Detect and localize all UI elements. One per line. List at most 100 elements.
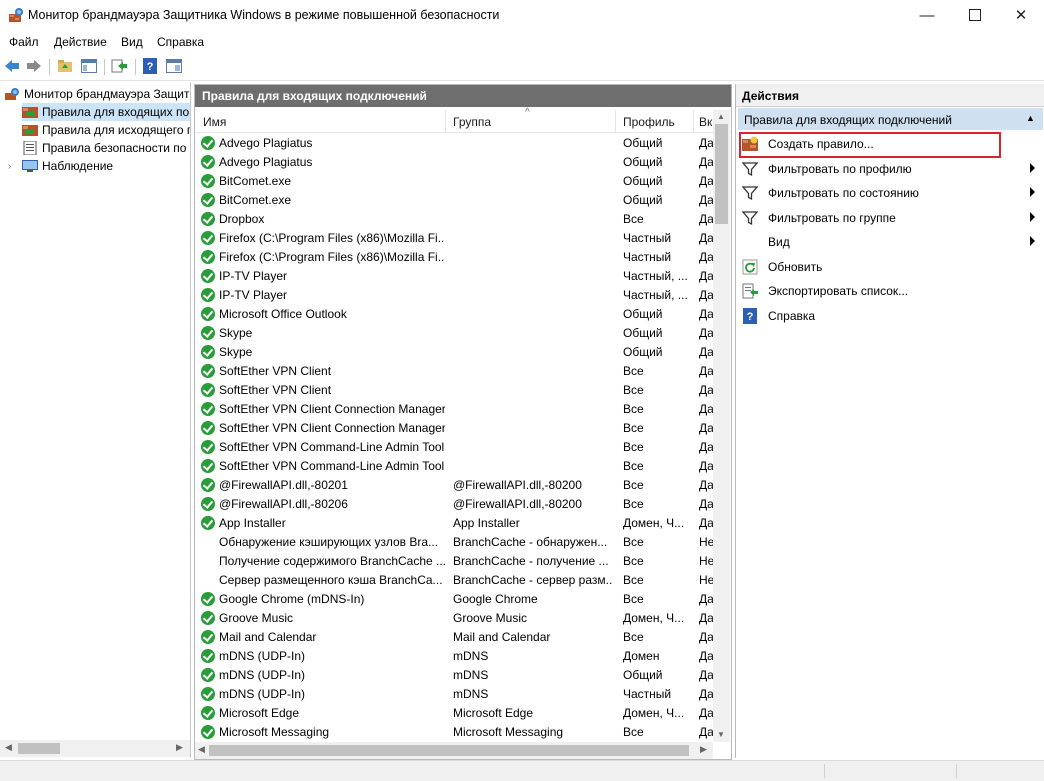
tree-root[interactable]: Монитор брандмауэра Защит <box>4 85 189 103</box>
action-item-label: Фильтровать по состоянию <box>768 186 919 200</box>
action-item[interactable]: ? Справка <box>736 304 1044 328</box>
tree-item-inbound-rules[interactable]: Правила для входящих по <box>22 103 190 121</box>
table-row[interactable]: Advego Plagiatus Общий Да <box>195 153 713 172</box>
scroll-left-icon[interactable]: ◀ <box>5 742 12 753</box>
table-row[interactable]: Groove Music Groove Music Домен, Ч... Да <box>195 609 713 628</box>
table-row[interactable]: SoftEther VPN Command-Line Admin Tool Все… <box>195 438 713 457</box>
horizontal-scrollbar[interactable]: ◀ ▶ <box>195 742 713 759</box>
table-row[interactable]: Advego Plagiatus Общий Да <box>195 134 713 153</box>
table-row[interactable]: Dropbox Все Да <box>195 210 713 229</box>
allow-icon <box>201 174 215 188</box>
actions-pane-header: Действия <box>736 84 1044 107</box>
column-divider[interactable] <box>445 110 446 132</box>
allow-icon <box>201 345 215 359</box>
column-header-name[interactable]: Имя <box>203 115 226 129</box>
window-title: Монитор брандмауэра Защитника Windows в … <box>28 8 500 22</box>
table-row[interactable]: Microsoft Office Outlook Общий Да <box>195 305 713 324</box>
table-row[interactable]: SoftEther VPN Client Connection Manager В… <box>195 419 713 438</box>
back-button[interactable] <box>3 57 21 75</box>
table-row[interactable]: Mail and Calendar Mail and Calendar Все Да <box>195 628 713 647</box>
actions-list: Создать правило... Фильтровать по профилю… <box>736 132 1044 332</box>
tree-item-outbound-rules[interactable]: Правила для исходящего п <box>22 121 190 139</box>
table-row[interactable]: @FirewallAPI.dll,-80206 @FirewallAPI.dll,… <box>195 495 713 514</box>
show-hide-action-pane-button[interactable] <box>165 57 183 75</box>
allow-icon <box>201 288 215 302</box>
rule-name: Firefox (C:\Program Files (x86)\Mozilla … <box>219 250 445 264</box>
table-row[interactable]: Google Chrome (mDNS-In) Google Chrome Все Д… <box>195 590 713 609</box>
table-row[interactable]: SoftEther VPN Client Все Да <box>195 381 713 400</box>
action-item[interactable]: Фильтровать по профилю <box>736 157 1044 181</box>
vertical-scrollbar[interactable]: ▲ ▼ <box>713 110 730 742</box>
column-header-enabled[interactable]: Вк <box>699 115 712 129</box>
column-headers: Имя Группа ^ Профиль Вк <box>195 107 731 133</box>
column-header-group[interactable]: Группа <box>453 115 491 129</box>
forward-button[interactable] <box>25 57 43 75</box>
table-row[interactable]: mDNS (UDP-In) mDNS Общий Да <box>195 666 713 685</box>
menu-help[interactable]: Справка <box>157 35 204 49</box>
action-item[interactable]: Вид <box>736 230 1044 254</box>
table-row[interactable]: Обнаружение кэширующих узлов Bra... Branc… <box>195 533 713 552</box>
table-row[interactable]: BitComet.exe Общий Да <box>195 172 713 191</box>
table-row[interactable]: Firefox (C:\Program Files (x86)\Mozilla … <box>195 229 713 248</box>
table-row[interactable]: mDNS (UDP-In) mDNS Частный Да <box>195 685 713 704</box>
show-hide-tree-button[interactable] <box>80 57 98 75</box>
actions-section-header[interactable]: Правила для входящих подключений ▲ <box>738 108 1043 130</box>
scroll-right-icon[interactable]: ▶ <box>176 742 183 753</box>
column-divider[interactable] <box>615 110 616 132</box>
scroll-up-icon[interactable]: ▲ <box>717 112 725 121</box>
action-item-label: Обновить <box>768 259 823 274</box>
help-toolbar-button[interactable]: ? <box>141 57 159 75</box>
export-toolbar-button[interactable] <box>110 57 128 75</box>
table-row[interactable]: Microsoft Edge Microsoft Edge Домен, Ч... Д… <box>195 704 713 723</box>
collapse-up-icon[interactable]: ▲ <box>1026 113 1035 123</box>
table-row[interactable]: SoftEther VPN Client Все Да <box>195 362 713 381</box>
scroll-down-icon[interactable]: ▼ <box>717 730 725 739</box>
action-item[interactable]: Обновить <box>736 255 1044 279</box>
menu-view[interactable]: Вид <box>121 35 143 49</box>
table-row[interactable]: Сервер размещенного кэша BranchCa... Bran… <box>195 571 713 590</box>
table-row[interactable]: @FirewallAPI.dll,-80201 @FirewallAPI.dll,… <box>195 476 713 495</box>
menu-file[interactable]: Файл <box>9 35 39 49</box>
action-item[interactable]: Фильтровать по группе <box>736 206 1044 230</box>
rule-name: SoftEther VPN Command-Line Admin Tool <box>219 459 445 473</box>
table-row[interactable]: App Installer App Installer Домен, Ч... Да <box>195 514 713 533</box>
rule-group: BranchCache - сервер разм... <box>453 573 613 587</box>
scroll-thumb[interactable] <box>209 745 689 756</box>
table-row[interactable]: SoftEther VPN Client Connection Manager В… <box>195 400 713 419</box>
table-row[interactable]: mDNS (UDP-In) mDNS Домен Да <box>195 647 713 666</box>
close-button[interactable]: ✕ <box>998 0 1044 30</box>
table-row[interactable]: SoftEther VPN Command-Line Admin Tool Все… <box>195 457 713 476</box>
table-row[interactable]: Skype Общий Да <box>195 343 713 362</box>
action-item-label: Экспортировать список... <box>768 284 909 298</box>
tree-item-connection-security-rules[interactable]: Правила безопасности по <box>22 139 186 157</box>
table-row[interactable]: IP-TV Player Частный, ... Да <box>195 286 713 305</box>
maximize-button[interactable] <box>952 0 998 30</box>
scroll-thumb[interactable] <box>18 743 60 754</box>
scroll-thumb[interactable] <box>715 124 728 224</box>
column-divider[interactable] <box>693 110 694 132</box>
action-item[interactable]: Экспортировать список... <box>736 279 1044 303</box>
scroll-left-icon[interactable]: ◀ <box>198 744 205 755</box>
table-row[interactable]: IP-TV Player Частный, ... Да <box>195 267 713 286</box>
rule-enabled: Да <box>699 383 713 397</box>
table-row[interactable]: Microsoft Messaging Microsoft Messaging Вс… <box>195 723 713 742</box>
action-item[interactable]: Фильтровать по состоянию <box>736 181 1044 205</box>
menu-action[interactable]: Действие <box>54 35 107 49</box>
rule-group: App Installer <box>453 516 520 530</box>
allow-icon <box>201 364 215 378</box>
expand-chevron-icon[interactable]: › <box>8 161 18 172</box>
scroll-right-icon[interactable]: ▶ <box>700 744 707 755</box>
column-header-profile[interactable]: Профиль <box>623 115 675 129</box>
up-folder-button[interactable] <box>56 57 74 75</box>
table-row[interactable]: Firefox (C:\Program Files (x86)\Mozilla … <box>195 248 713 267</box>
table-row[interactable]: Получение содержимого BranchCache ... Bra… <box>195 552 713 571</box>
table-row[interactable]: BitComet.exe Общий Да <box>195 191 713 210</box>
rule-profile: Все <box>623 630 644 644</box>
rule-name: mDNS (UDP-In) <box>219 668 305 682</box>
rule-profile: Все <box>623 383 644 397</box>
rule-enabled: Да <box>699 364 713 378</box>
table-row[interactable]: Skype Общий Да <box>195 324 713 343</box>
tree-horizontal-scrollbar[interactable]: ◀ ▶ <box>0 740 190 757</box>
tree-item-monitoring[interactable]: › Наблюдение <box>8 157 113 175</box>
minimize-button[interactable]: — <box>904 0 950 30</box>
